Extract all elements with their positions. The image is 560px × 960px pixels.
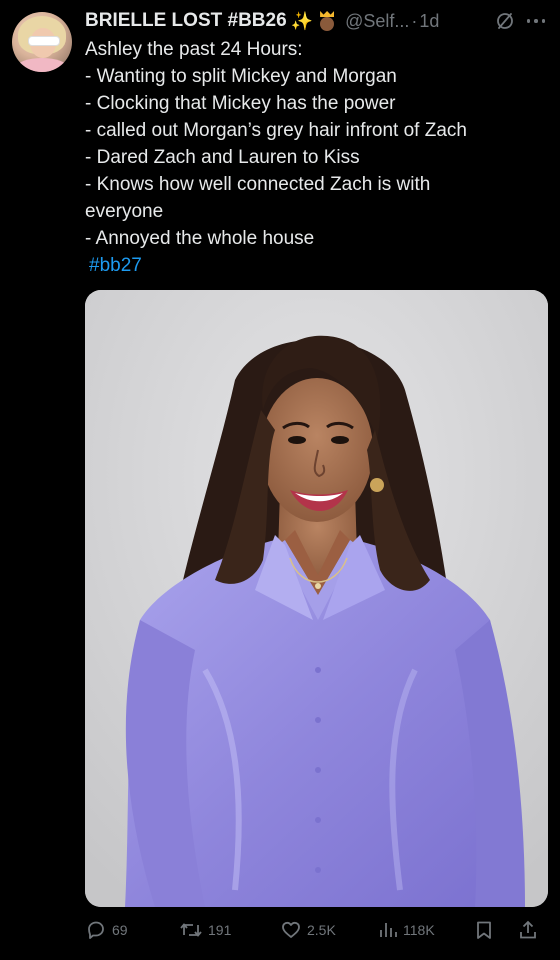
princess-emoji — [317, 11, 337, 31]
display-name[interactable]: BRIELLE LOST #BB26 — [85, 10, 287, 32]
tweet-actions: 69 191 2.5K 118K — [85, 915, 550, 945]
avatar-sunglasses — [28, 36, 60, 46]
like-count: 2.5K — [307, 922, 336, 938]
grok-icon[interactable] — [495, 11, 515, 31]
repost-count: 191 — [208, 922, 232, 938]
tweet-header: BRIELLE LOST #BB26 ✨ @Self... · 1d — [85, 8, 550, 34]
bookmark-icon — [473, 919, 495, 941]
avatar-shirt — [16, 58, 68, 72]
user-handle[interactable]: @Self... — [345, 11, 409, 32]
repost-button[interactable]: 191 — [179, 915, 231, 945]
repost-icon — [179, 919, 203, 941]
timestamp[interactable]: 1d — [419, 11, 439, 32]
tweet-text-line: - Wanting to split Mickey and Morgan — [85, 66, 397, 87]
avatar[interactable] — [12, 12, 72, 72]
tweet-text-line: - Annoyed the whole house — [85, 228, 315, 249]
sparkles-emoji: ✨ — [290, 11, 314, 31]
tweet: BRIELLE LOST #BB26 ✨ @Self... · 1d Ashle… — [0, 0, 560, 960]
heart-icon — [280, 919, 302, 941]
separator-dot: · — [411, 10, 418, 31]
share-button[interactable] — [517, 915, 539, 945]
tweet-text: Ashley the past 24 Hours: - Wanting to s… — [85, 36, 545, 279]
bookmark-button[interactable] — [473, 915, 495, 945]
tweet-photo[interactable] — [85, 290, 548, 907]
reply-icon — [85, 919, 107, 941]
reply-count: 69 — [112, 922, 128, 938]
tweet-text-line: - Knows how well connected Zach is with — [85, 174, 431, 195]
tweet-text-line: Ashley the past 24 Hours: — [85, 39, 303, 60]
tweet-text-line: everyone — [85, 201, 164, 222]
more-options-icon[interactable] — [522, 12, 550, 30]
tweet-text-line: - called out Morgan’s grey hair infront … — [85, 120, 467, 141]
tweet-text-line: - Clocking that Mickey has the power — [85, 93, 396, 114]
share-icon — [517, 919, 539, 941]
views-count: 118K — [403, 922, 435, 938]
reply-button[interactable]: 69 — [85, 915, 128, 945]
views-button[interactable]: 118K — [378, 915, 435, 945]
views-chart-icon — [378, 919, 398, 941]
hashtag-link[interactable]: #bb27 — [85, 252, 545, 279]
like-button[interactable]: 2.5K — [280, 915, 336, 945]
tweet-text-line: - Dared Zach and Lauren to Kiss — [85, 147, 360, 168]
